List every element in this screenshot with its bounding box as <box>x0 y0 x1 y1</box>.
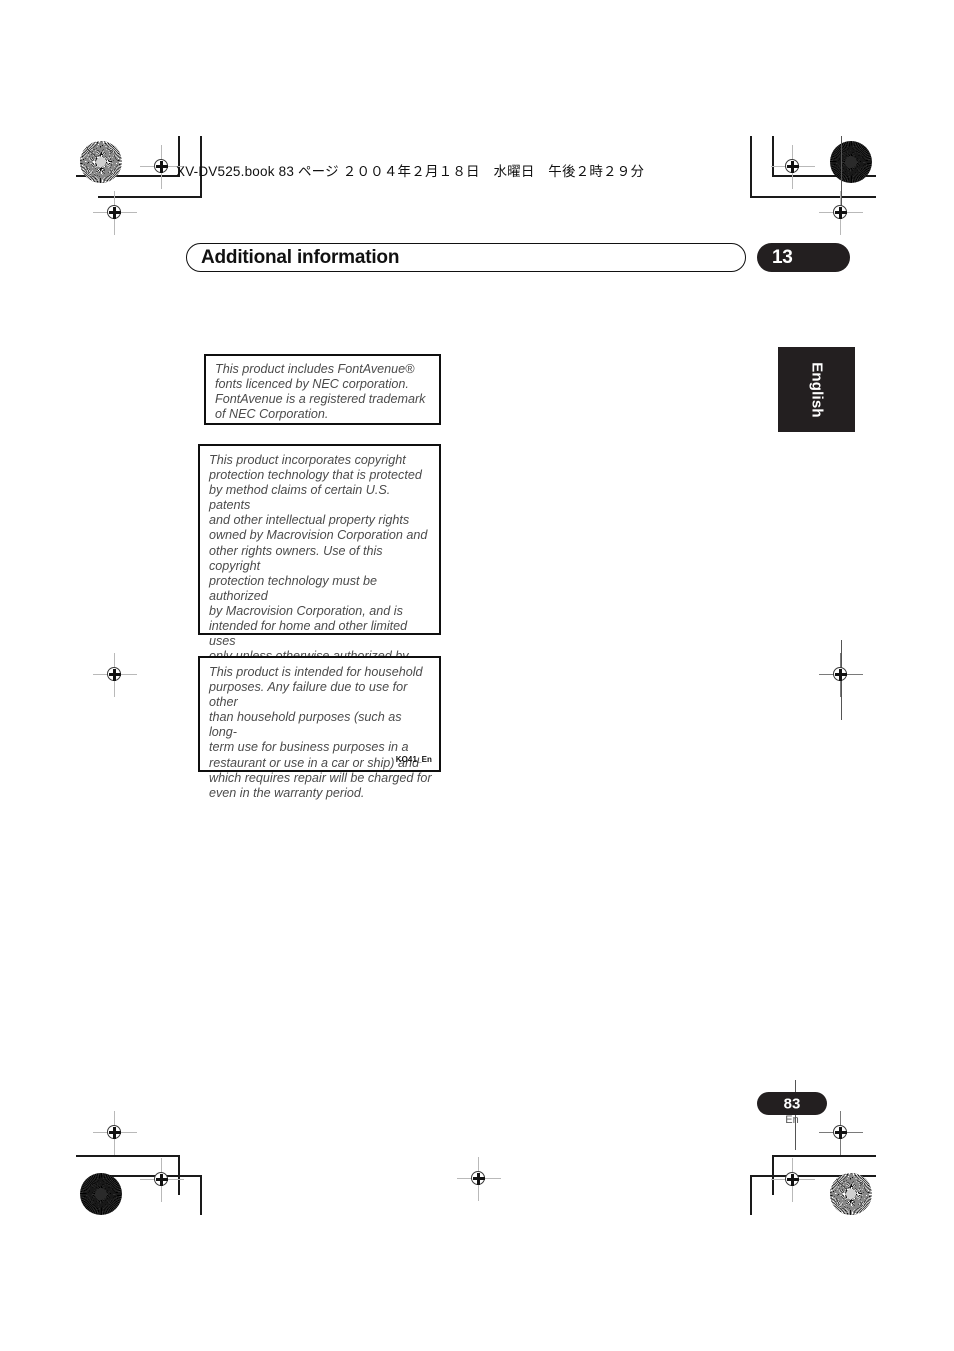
page-language-label: En <box>785 1114 799 1126</box>
chapter-number-badge: 13 <box>757 243 850 272</box>
registration-mark <box>457 1157 501 1201</box>
page-number: 83 <box>783 1095 801 1112</box>
language-tab: English <box>778 347 855 432</box>
registration-mark <box>819 653 863 697</box>
page-title: Additional information <box>201 246 400 268</box>
notice-reference-code: KO41_En <box>395 755 432 764</box>
trim-line <box>750 196 876 198</box>
notice-text: This product is intended for household p… <box>209 665 432 800</box>
trim-line <box>772 1155 876 1157</box>
registration-mark <box>140 145 184 189</box>
trim-line <box>750 136 752 197</box>
registration-mark <box>819 1111 863 1155</box>
registration-mark <box>93 653 137 697</box>
registration-mark <box>93 191 137 235</box>
registration-mark <box>93 1111 137 1155</box>
chapter-title-bar: Additional information <box>186 243 746 272</box>
trim-line <box>76 1155 180 1157</box>
language-tab-label: English <box>808 361 825 418</box>
notice-text: This product includes FontAvenue® fonts … <box>215 362 426 422</box>
registration-mark <box>819 191 863 235</box>
chapter-number: 13 <box>772 246 793 268</box>
page-number-badge: 83 <box>757 1092 827 1115</box>
notice-box-household: This product is intended for household p… <box>198 656 441 800</box>
notice-box-fontavenue: This product includes FontAvenue® fonts … <box>204 354 441 425</box>
registration-mark <box>771 1158 815 1202</box>
book-file-header: XV-DV525.book 83 ページ ２００４年２月１８日 水曜日 午後２時… <box>176 164 645 179</box>
trim-line <box>750 1175 752 1215</box>
registration-mark <box>771 145 815 189</box>
trim-line <box>200 1175 202 1215</box>
print-rosette-mark <box>80 1173 122 1215</box>
notice-box-macrovision: This product incorporates copyright prot… <box>198 444 441 709</box>
trim-line <box>772 136 774 176</box>
print-rosette-mark <box>830 141 872 183</box>
print-rosette-mark <box>830 1173 872 1215</box>
registration-mark <box>140 1158 184 1202</box>
print-rosette-mark <box>80 141 122 183</box>
